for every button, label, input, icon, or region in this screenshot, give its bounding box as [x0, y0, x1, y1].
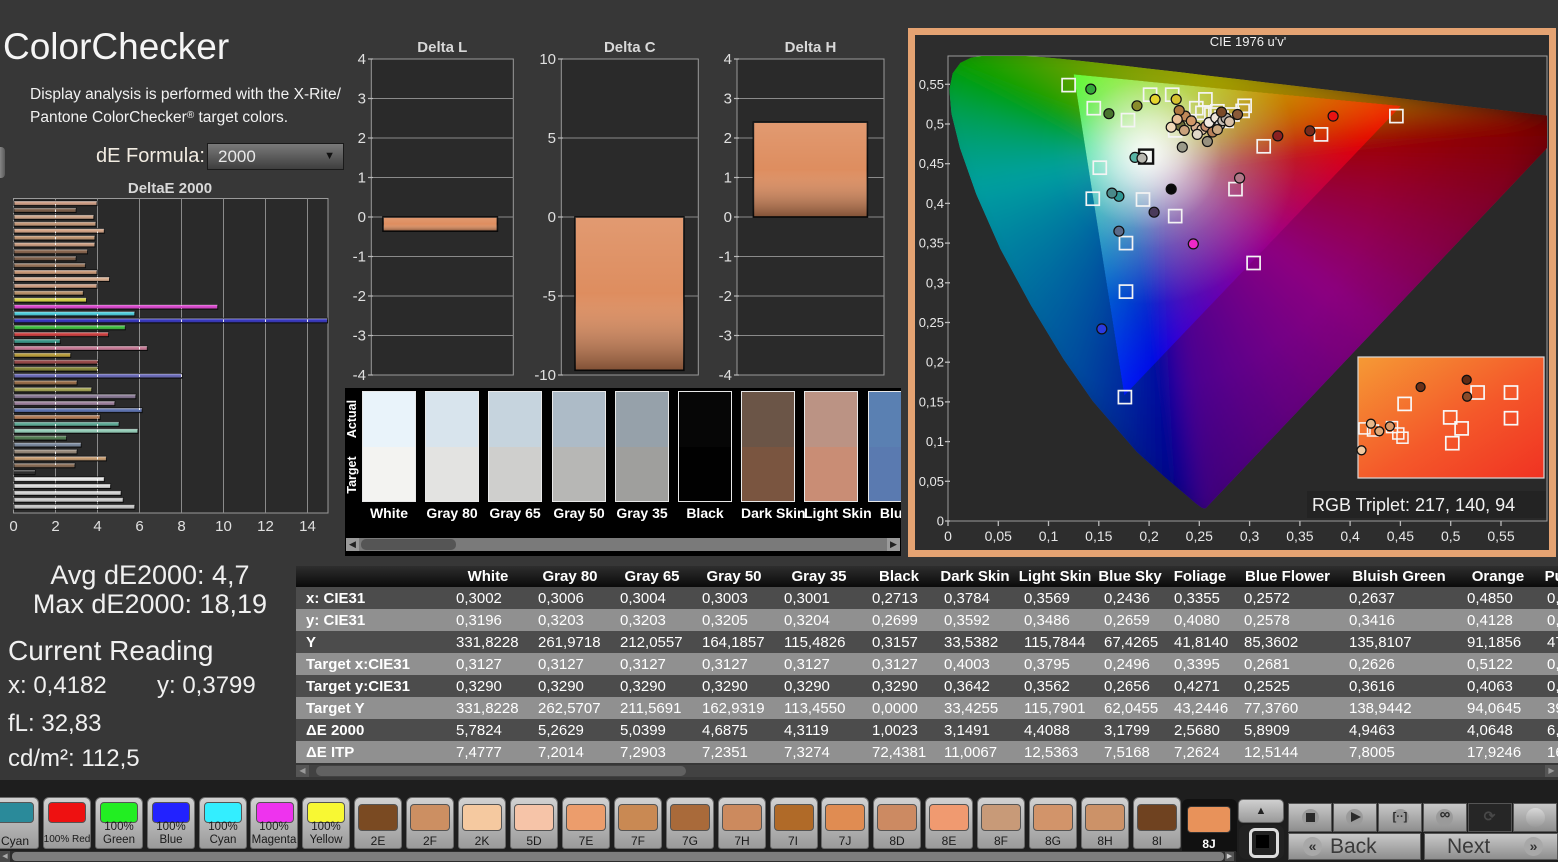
- svg-text:-10: -10: [534, 367, 556, 384]
- svg-text:-1: -1: [719, 249, 732, 266]
- svg-text:-2: -2: [353, 288, 366, 305]
- svg-text:0,35: 0,35: [1286, 528, 1313, 544]
- svg-text:1: 1: [358, 170, 366, 187]
- svg-text:10: 10: [539, 51, 556, 68]
- svg-text:0,4: 0,4: [926, 196, 944, 211]
- svg-text:-4: -4: [719, 367, 732, 384]
- svg-text:2: 2: [51, 518, 59, 535]
- svg-text:5: 5: [548, 130, 556, 147]
- svg-text:0,05: 0,05: [919, 474, 944, 489]
- svg-text:0,55: 0,55: [919, 77, 944, 92]
- svg-text:0,1: 0,1: [926, 434, 944, 449]
- svg-text:Delta C: Delta C: [604, 39, 656, 56]
- svg-text:4: 4: [93, 518, 101, 535]
- svg-text:0: 0: [358, 209, 366, 226]
- svg-text:-2: -2: [719, 288, 732, 305]
- svg-text:RGB Triplet: 217, 140, 94: RGB Triplet: 217, 140, 94: [1312, 495, 1515, 515]
- svg-text:0,15: 0,15: [1085, 528, 1112, 544]
- svg-text:-3: -3: [719, 328, 732, 345]
- svg-text:3: 3: [724, 91, 732, 108]
- svg-text:0,05: 0,05: [985, 528, 1012, 544]
- svg-text:2: 2: [358, 130, 366, 147]
- svg-text:0: 0: [9, 518, 17, 535]
- svg-text:-3: -3: [353, 328, 366, 345]
- svg-text:DeltaE 2000: DeltaE 2000: [128, 180, 212, 197]
- svg-text:Delta L: Delta L: [417, 39, 467, 56]
- svg-text:0,25: 0,25: [919, 315, 944, 330]
- svg-text:4: 4: [724, 51, 732, 68]
- svg-text:CIE 1976 u'v': CIE 1976 u'v': [1210, 34, 1287, 49]
- svg-text:0,5: 0,5: [1441, 528, 1461, 544]
- svg-text:0,45: 0,45: [919, 156, 944, 171]
- svg-text:1: 1: [724, 170, 732, 187]
- svg-text:10: 10: [215, 518, 232, 535]
- svg-text:Delta H: Delta H: [785, 39, 837, 56]
- svg-text:4: 4: [358, 51, 366, 68]
- svg-text:0,55: 0,55: [1487, 528, 1514, 544]
- svg-text:0: 0: [944, 528, 952, 544]
- svg-text:0,1: 0,1: [1039, 528, 1059, 544]
- svg-text:0,4: 0,4: [1340, 528, 1360, 544]
- svg-text:0,3: 0,3: [926, 275, 944, 290]
- svg-text:0: 0: [548, 209, 556, 226]
- svg-text:0,2: 0,2: [1139, 528, 1159, 544]
- svg-text:0,2: 0,2: [926, 355, 944, 370]
- svg-text:0: 0: [937, 514, 944, 529]
- svg-text:0,5: 0,5: [926, 117, 944, 132]
- svg-text:12: 12: [257, 518, 274, 535]
- svg-text:0,35: 0,35: [919, 236, 944, 251]
- svg-text:0,3: 0,3: [1240, 528, 1260, 544]
- svg-text:0,45: 0,45: [1387, 528, 1414, 544]
- svg-text:14: 14: [299, 518, 316, 535]
- svg-text:-1: -1: [353, 249, 366, 266]
- svg-text:0,15: 0,15: [919, 394, 944, 409]
- svg-text:0: 0: [724, 209, 732, 226]
- svg-text:3: 3: [358, 91, 366, 108]
- svg-text:2: 2: [724, 130, 732, 147]
- svg-text:6: 6: [135, 518, 143, 535]
- svg-text:8: 8: [177, 518, 185, 535]
- svg-text:-4: -4: [353, 367, 366, 384]
- svg-text:-5: -5: [543, 288, 556, 305]
- svg-text:0,25: 0,25: [1186, 528, 1213, 544]
